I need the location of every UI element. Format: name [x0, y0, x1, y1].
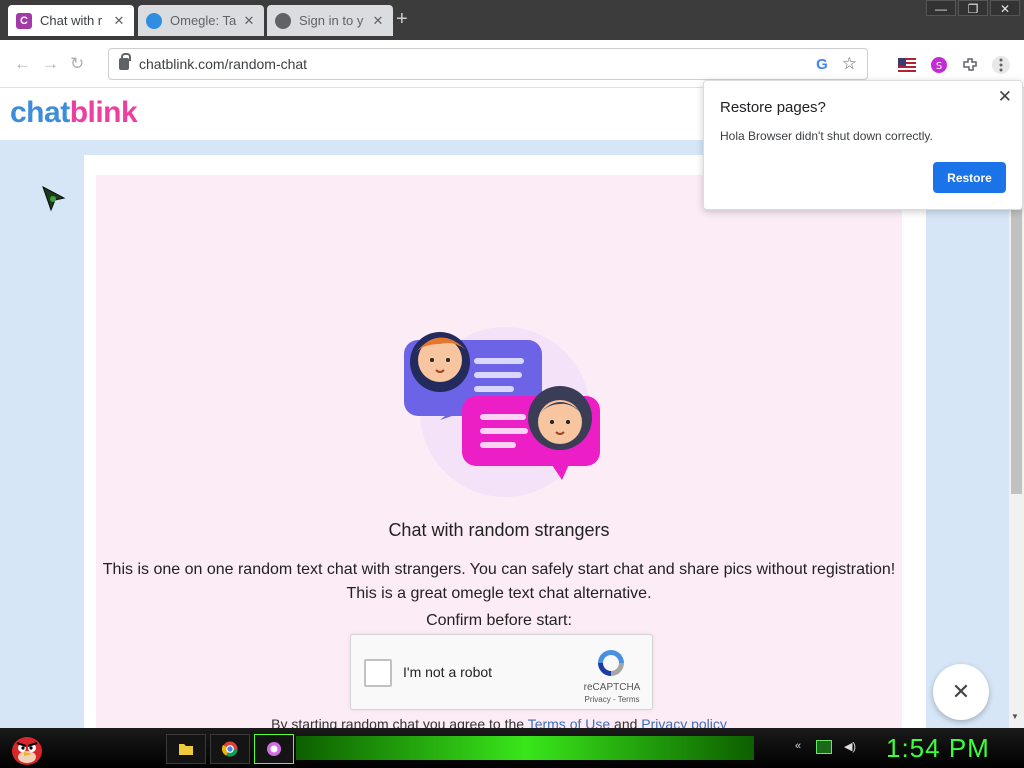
menu-kebab-icon[interactable] — [992, 56, 1010, 74]
folder-icon — [179, 744, 193, 755]
dialog-close-icon[interactable]: ✕ — [998, 87, 1012, 107]
recaptcha-widget: I'm not a robot reCAPTCHA Privacy - Term… — [350, 634, 653, 710]
taskbar-file-explorer[interactable] — [166, 734, 206, 764]
back-icon[interactable]: ← — [14, 54, 31, 74]
confirm-label: Confirm before start: — [426, 612, 572, 629]
globe-icon — [275, 12, 291, 29]
close-icon: ✕ — [951, 679, 971, 704]
network-icon[interactable] — [816, 740, 832, 754]
taskbar-glow — [296, 736, 754, 760]
lock-icon — [119, 53, 131, 70]
hola-icon — [267, 742, 281, 756]
tab-chatblink[interactable]: C Chat with r ✕ — [8, 5, 134, 36]
hola-extension-icon[interactable]: S — [930, 56, 948, 74]
tab-sign-in[interactable]: Sign in to y ✕ — [267, 5, 393, 36]
tray-arrow-icon[interactable]: « — [790, 740, 806, 754]
tab-title: Chat with r — [40, 13, 103, 28]
chatblink-favicon: C — [16, 12, 32, 29]
taskbar-browser[interactable] — [210, 734, 250, 764]
address-bar[interactable]: chatblink.com/random-chat G ☆ — [108, 48, 868, 80]
page-description: This is one on one random text chat with… — [96, 558, 902, 606]
taskbar-clock[interactable]: 1:54 PM — [886, 733, 990, 764]
omegle-icon — [146, 12, 162, 29]
description-line-1: This is one on one random text chat with… — [102, 561, 896, 578]
maximize-icon[interactable]: ❐ — [958, 0, 988, 16]
us-flag-icon[interactable] — [898, 56, 916, 74]
forward-icon[interactable]: → — [42, 54, 59, 74]
recaptcha-logo-icon — [598, 650, 624, 676]
volume-icon[interactable]: ◀) — [842, 740, 858, 754]
chrome-icon — [222, 741, 238, 757]
tab-close-icon[interactable]: ✕ — [242, 13, 256, 29]
minimize-icon[interactable]: — — [926, 0, 956, 16]
page-headline: Chat with random strangers — [388, 520, 610, 540]
bookmark-star-icon[interactable]: ☆ — [842, 54, 857, 74]
recaptcha-links[interactable]: Privacy - Terms — [577, 695, 647, 704]
new-tab-button[interactable]: + — [396, 8, 408, 31]
tab-omegle[interactable]: Omegle: Ta ✕ — [138, 5, 264, 36]
window-controls: — ❐ ✕ — [924, 0, 1020, 16]
tab-title: Omegle: Ta — [170, 13, 237, 28]
extensions-puzzle-icon[interactable] — [961, 56, 979, 74]
tab-close-icon[interactable]: ✕ — [112, 13, 126, 29]
recaptcha-label: I'm not a robot — [403, 664, 493, 680]
svg-text:S: S — [936, 61, 942, 72]
recaptcha-brand: reCAPTCHA — [583, 682, 641, 693]
close-window-icon[interactable]: ✕ — [990, 0, 1020, 16]
tab-close-icon[interactable]: ✕ — [371, 13, 385, 29]
recaptcha-checkbox[interactable] — [364, 659, 392, 687]
description-line-2: This is a great omegle text chat alterna… — [346, 585, 652, 602]
tab-strip: C Chat with r ✕ Omegle: Ta ✕ Sign in to … — [0, 0, 1024, 40]
restore-pages-dialog: Restore pages? Hola Browser didn't shut … — [703, 80, 1023, 210]
chatblink-logo[interactable]: chatblink — [10, 96, 138, 130]
start-menu-angry-bird-icon[interactable] — [10, 730, 44, 766]
restore-button[interactable]: Restore — [933, 162, 1006, 193]
scroll-down-arrow-icon[interactable]: ▼ — [1011, 712, 1019, 721]
system-tray: « ◀) — [790, 740, 868, 754]
url-text[interactable]: chatblink.com/random-chat — [139, 56, 816, 72]
logo-part-chat: chat — [10, 96, 70, 129]
tab-title: Sign in to y — [299, 13, 364, 28]
logo-part-blink: blink — [69, 96, 138, 129]
chat-illustration — [404, 327, 600, 497]
taskbar-hola-app[interactable] — [254, 734, 294, 764]
dialog-title: Restore pages? — [720, 99, 826, 116]
dialog-message: Hola Browser didn't shut down correctly. — [720, 129, 933, 143]
reload-icon[interactable]: ↻ — [70, 54, 84, 74]
mouse-cursor-icon — [42, 186, 66, 212]
google-icon[interactable]: G — [816, 56, 828, 73]
close-button[interactable]: ✕ — [933, 664, 989, 720]
